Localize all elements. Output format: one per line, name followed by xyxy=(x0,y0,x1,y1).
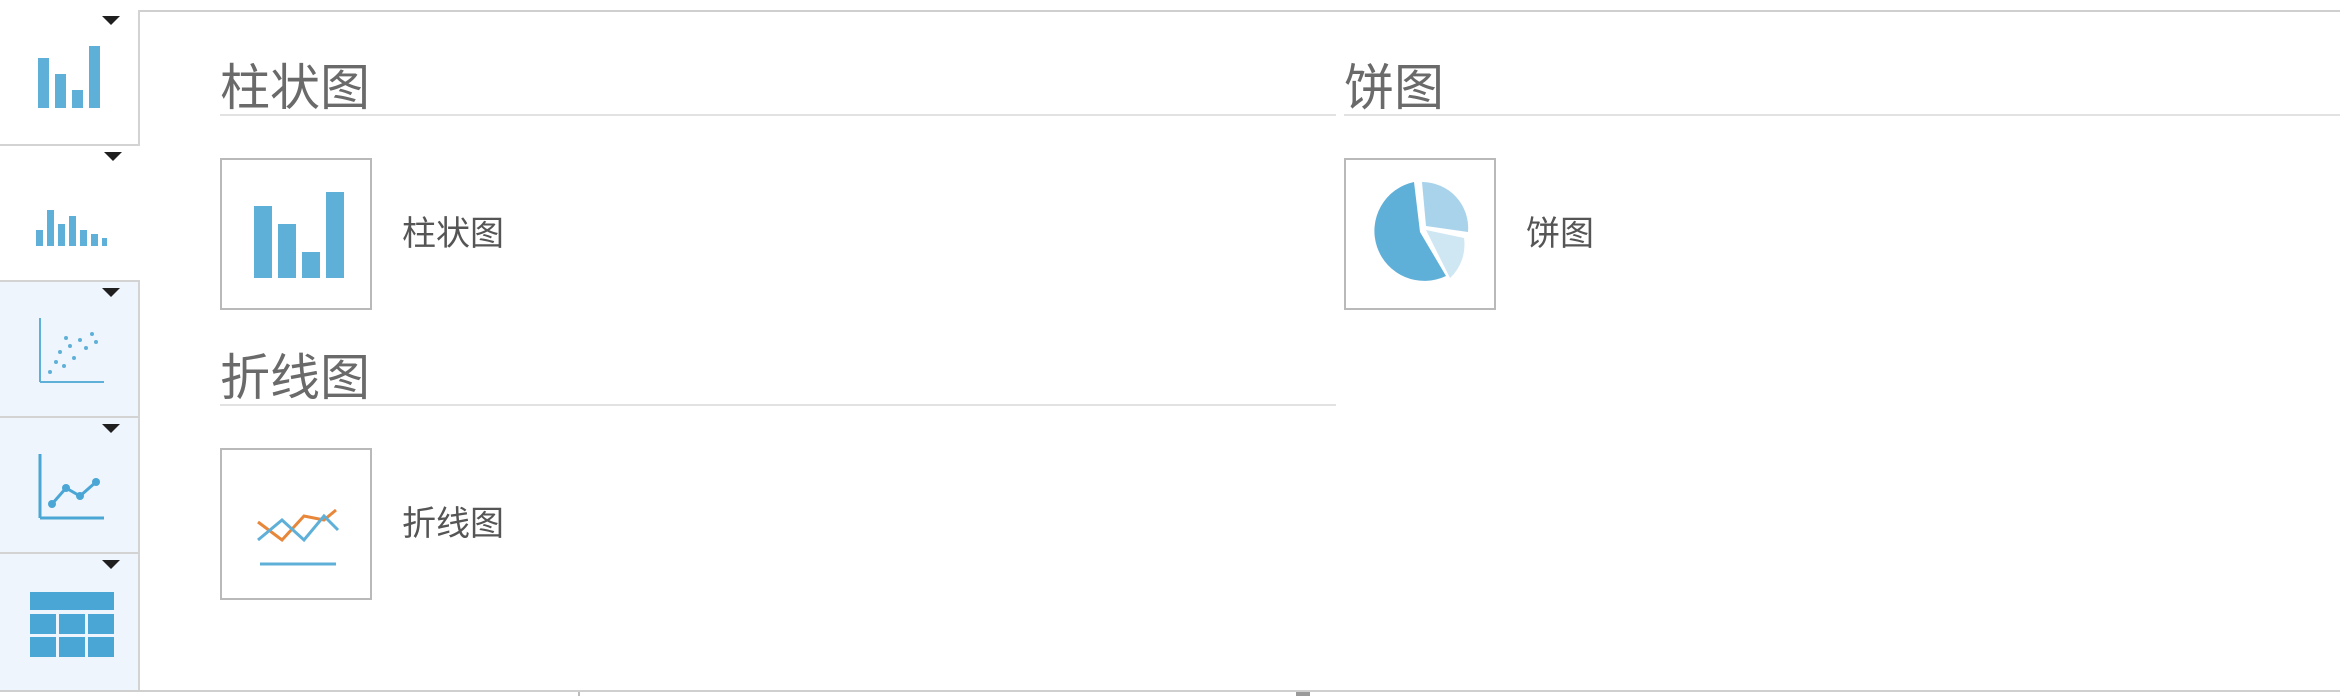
section-title-bar: 柱状图 xyxy=(220,59,370,117)
section-title-pie: 饼图 xyxy=(1344,59,1444,117)
sidebar-tab-line-chart[interactable] xyxy=(0,418,140,554)
divider-tick xyxy=(578,692,580,696)
line-chart-option-label[interactable]: 折线图 xyxy=(402,504,504,544)
bar-chart-icon xyxy=(38,46,100,108)
pie-chart-icon xyxy=(1374,181,1469,281)
line-chart-option-thumbnail[interactable] xyxy=(220,448,372,600)
sidebar-tab-bar-chart[interactable] xyxy=(0,10,140,146)
sidebar-tab-scatter[interactable] xyxy=(0,282,140,418)
bar-chart-option-thumbnail[interactable] xyxy=(220,158,372,310)
bar-chart-icon xyxy=(254,192,344,278)
histogram-icon xyxy=(36,210,107,246)
table-icon xyxy=(30,592,114,657)
section-divider xyxy=(1344,114,2340,116)
pie-chart-option-thumbnail[interactable] xyxy=(1344,158,1496,310)
scatter-plot-icon xyxy=(39,318,104,383)
section-divider xyxy=(220,404,1336,406)
sidebar-tab-histogram[interactable] xyxy=(0,146,140,282)
line-chart-icon xyxy=(38,454,104,520)
pie-chart-option-label[interactable]: 饼图 xyxy=(1526,214,1594,254)
line-chart-icon xyxy=(257,508,340,566)
bar-chart-option-label[interactable]: 柱状图 xyxy=(402,214,504,254)
resize-handle[interactable] xyxy=(1296,692,1310,696)
sidebar-tab-table[interactable] xyxy=(0,554,140,690)
chart-category-sidebar xyxy=(0,10,140,692)
section-divider xyxy=(220,114,1336,116)
section-title-line: 折线图 xyxy=(220,349,370,407)
